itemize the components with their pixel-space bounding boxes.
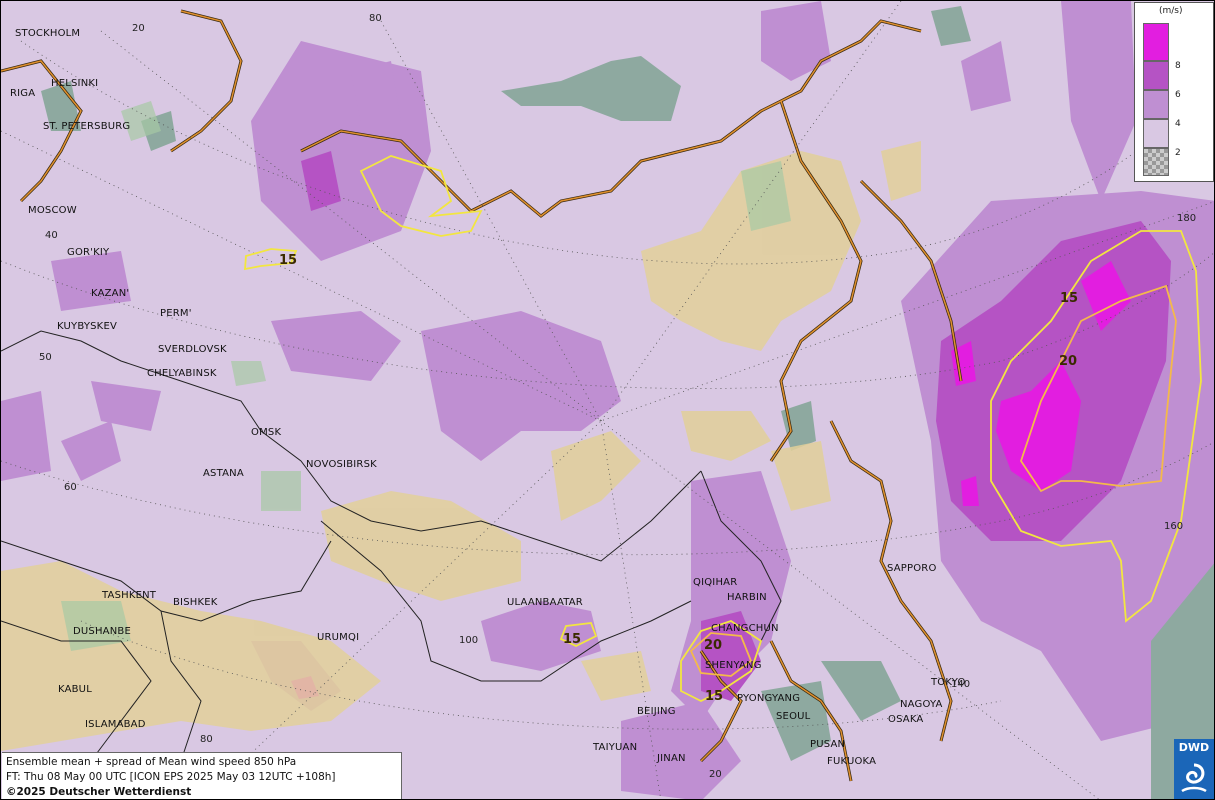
city-label-bishkek: BISHKEK — [173, 597, 218, 608]
city-label-st-petersburg: ST. PETERSBURG — [43, 121, 131, 132]
legend-tick: 8 — [1175, 61, 1181, 71]
city-label-kuybyskev: KUYBYSKEV — [57, 321, 118, 332]
city-label-pyongyang: PYONGYANG — [737, 693, 801, 704]
city-label-ulaanbaatar: ULAANBAATAR — [507, 597, 583, 608]
city-label-taiyuan: TAIYUAN — [593, 742, 638, 753]
legend-unit: (m/s) — [1159, 6, 1183, 16]
legend-tick: 6 — [1175, 90, 1181, 100]
city-label-sapporo: SAPPORO — [887, 563, 937, 574]
color-legend: (m/s) 8 6 4 2 — [1134, 2, 1214, 182]
city-label-jinan: JINAN — [657, 753, 686, 764]
grid-label: 180 — [1177, 213, 1197, 224]
city-label-shenyang: SHENYANG — [705, 660, 762, 671]
city-label-harbin: HARBIN — [727, 592, 767, 603]
city-label-osaka: OSAKA — [888, 714, 924, 725]
legend-tick: 4 — [1175, 119, 1181, 129]
city-label-chelyabinsk: CHELYABINSK — [147, 368, 217, 379]
legend-tick: 2 — [1175, 148, 1181, 158]
legend-swatch-2 — [1143, 148, 1169, 176]
weather-map: STOCKHOLM HELSINKI RIGA ST. PETERSBURG M… — [0, 0, 1215, 800]
grid-label: 20 — [132, 23, 145, 34]
city-label-tashkent: TASHKENT — [102, 590, 157, 601]
contour-label: 20 — [704, 638, 723, 653]
legend-swatch-4 — [1143, 119, 1169, 148]
city-label-gorkiy: GOR'KIY — [67, 247, 110, 258]
city-label-sverdlovsk: SVERDLOVSK — [158, 344, 227, 355]
city-label-kabul: KABUL — [58, 684, 92, 695]
grid-label: 20 — [709, 769, 722, 780]
grid-label: 80 — [200, 734, 213, 745]
grid-label: 80 — [369, 13, 382, 24]
grid-label: 140 — [951, 679, 971, 690]
city-label-urumqi: URUMQI — [317, 632, 360, 643]
grid-label: 160 — [1164, 521, 1184, 532]
city-label-seoul: SEOUL — [776, 711, 811, 722]
legend-swatch-10 — [1143, 23, 1169, 61]
dwd-logo: DWD — [1174, 739, 1214, 799]
grid-label: 100 — [459, 635, 479, 646]
city-label-pusan: PUSAN — [810, 739, 846, 750]
forecast-title: Ensemble mean + spread of Mean wind spee… — [6, 756, 297, 768]
contour-label: 15 — [705, 689, 724, 704]
copyright: ©2025 Deutscher Wetterdienst — [6, 786, 192, 798]
contour-label: 15 — [563, 632, 582, 647]
contour-label: 15 — [279, 253, 298, 268]
city-label-dushanbe: DUSHANBE — [73, 626, 131, 637]
contour-label: 15 — [1060, 291, 1079, 306]
dwd-swirl-icon — [1181, 763, 1207, 793]
forecast-info-box: Ensemble mean + spread of Mean wind spee… — [2, 752, 402, 799]
city-label-nagoya: NAGOYA — [900, 699, 943, 710]
city-label-fukuoka: FUKUOKA — [827, 756, 877, 767]
legend-swatch-6 — [1143, 90, 1169, 119]
city-label-omsk: OMSK — [251, 427, 282, 438]
city-label-stockholm: STOCKHOLM — [15, 28, 81, 39]
map-canvas — [1, 1, 1214, 799]
city-label-changchun: CHANGCHUN — [711, 623, 779, 634]
grid-label: 40 — [45, 230, 58, 241]
city-label-astana: ASTANA — [203, 468, 244, 479]
legend-swatch-8 — [1143, 61, 1169, 90]
city-label-qiqihar: QIQIHAR — [693, 577, 738, 588]
forecast-time: FT: Thu 08 May 00 UTC [ICON EPS 2025 May… — [6, 771, 336, 783]
city-label-perm: PERM' — [160, 308, 192, 319]
grid-label: 60 — [64, 482, 77, 493]
city-label-moscow: MOSCOW — [28, 205, 77, 216]
city-label-novosibirsk: NOVOSIBIRSK — [306, 459, 377, 470]
city-label-beijing: BEIJING — [637, 706, 676, 717]
city-label-kazan: KAZAN' — [91, 288, 130, 299]
city-label-islamabad: ISLAMABAD — [85, 719, 146, 730]
city-label-helsinki: HELSINKI — [51, 78, 99, 89]
city-label-riga: RIGA — [10, 88, 36, 99]
contour-label: 20 — [1059, 354, 1078, 369]
grid-label: 50 — [39, 352, 52, 363]
